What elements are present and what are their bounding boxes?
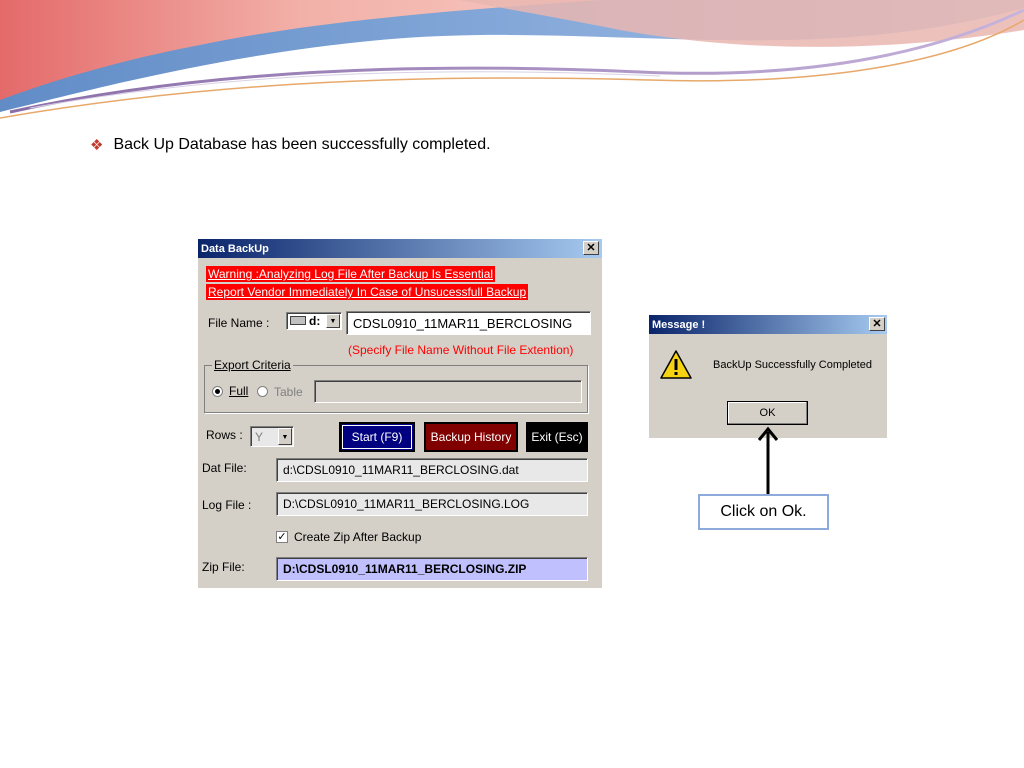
exit-button[interactable]: Exit (Esc)	[526, 422, 588, 452]
chevron-down-icon: ▼	[326, 314, 340, 328]
slide-header-banner	[0, 0, 1024, 119]
warning-icon	[660, 350, 692, 379]
file-name-hint: (Specify File Name Without File Extentio…	[348, 343, 574, 357]
backup-titlebar: Data BackUp	[198, 239, 602, 258]
table-name-input[interactable]	[314, 380, 582, 403]
rows-select[interactable]: Y ▼	[250, 426, 294, 447]
data-backup-window: Data BackUp ✕ Warning :Analyzing Log Fil…	[198, 239, 602, 588]
message-text: BackUp Successfully Completed	[713, 359, 872, 371]
log-file-label: Log File :	[202, 498, 252, 512]
message-close-button[interactable]: ✕	[869, 317, 885, 331]
drive-select[interactable]: d: ▼	[286, 312, 342, 330]
chevron-down-icon: ▼	[278, 428, 292, 445]
table-radio[interactable]	[257, 386, 268, 397]
full-label: Full	[229, 384, 249, 398]
dat-file-label: Dat File:	[202, 461, 247, 475]
ok-button[interactable]: OK	[727, 401, 808, 425]
message-titlebar: Message !	[649, 315, 887, 334]
rows-value: Y	[255, 430, 264, 444]
dat-file-field: d:\CDSL0910_11MAR11_BERCLOSING.dat	[276, 458, 588, 482]
slide-bullet: ❖ Back Up Database has been successfully…	[90, 136, 491, 154]
click-ok-callout: Click on Ok.	[698, 494, 829, 530]
log-file-field: D:\CDSL0910_11MAR11_BERCLOSING.LOG	[276, 492, 588, 516]
start-button[interactable]: Start (F9)	[339, 422, 415, 452]
drive-icon	[290, 316, 306, 325]
zip-file-label: Zip File:	[202, 560, 245, 574]
full-radio[interactable]	[212, 386, 223, 397]
create-zip-checkbox[interactable]: ✓	[276, 531, 288, 543]
drive-value: d:	[309, 314, 321, 328]
rows-label: Rows :	[206, 428, 243, 442]
window-title: Data BackUp	[201, 242, 269, 255]
export-criteria-label: Export Criteria	[212, 358, 293, 372]
close-button[interactable]: ✕	[583, 241, 599, 255]
bullet-icon: ❖	[90, 137, 104, 154]
file-name-label: File Name :	[208, 316, 270, 330]
warning-line-2: Report Vendor Immediately In Case of Uns…	[206, 284, 529, 300]
bullet-text: Back Up Database has been successfully c…	[113, 136, 491, 153]
create-zip-label: Create Zip After Backup	[294, 530, 422, 544]
zip-file-field: D:\CDSL0910_11MAR11_BERCLOSING.ZIP	[276, 557, 588, 581]
arrow-up-icon	[757, 426, 779, 496]
backup-history-button[interactable]: Backup History	[424, 422, 518, 452]
file-name-input[interactable]: CDSL0910_11MAR11_BERCLOSING	[346, 311, 591, 335]
table-label: Table	[274, 385, 303, 399]
message-title: Message !	[652, 318, 706, 331]
warning-line-1: Warning :Analyzing Log File After Backup…	[206, 266, 496, 282]
message-window: Message ! ✕ BackUp Successfully Complete…	[649, 315, 887, 438]
